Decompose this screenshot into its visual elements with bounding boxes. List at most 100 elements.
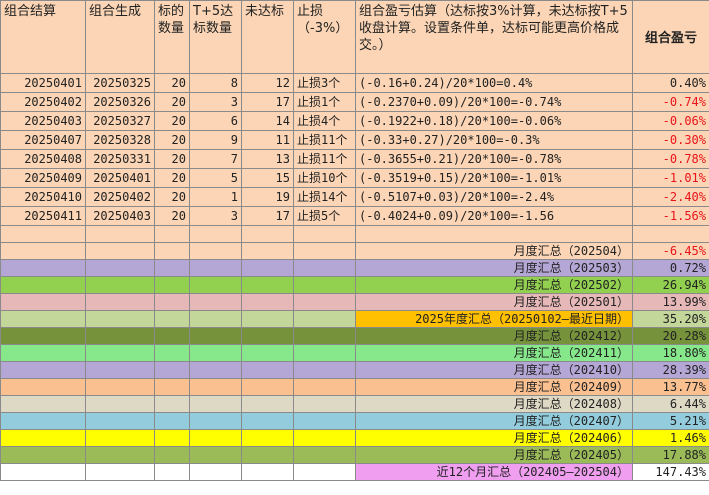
cell-estimate: (-0.3655+0.21)/20*100=-0.78% <box>355 149 633 169</box>
summary-label: 月度汇总（202408） <box>355 395 633 413</box>
cell-not-reached: 14 <box>241 111 294 131</box>
cell-stop-loss: 止损11个 <box>293 149 356 169</box>
summary-row: 月度汇总（202501） 13.99% <box>0 293 709 311</box>
summary-empty-cell <box>293 463 356 481</box>
summary-empty-cell <box>154 446 190 464</box>
cell-estimate: (-0.33+0.27)/20*100=-0.3% <box>355 130 633 150</box>
summary-empty-cell <box>293 327 356 345</box>
table-row: 20250402 20250326 20 3 17 止损1个 (-0.2370+0.09)/… <box>0 92 709 112</box>
summary-value: 147.43% <box>632 463 709 481</box>
cell-not-reached: 15 <box>241 168 294 188</box>
cell-not-reached: 12 <box>241 73 294 93</box>
summary-empty-cell <box>241 395 294 413</box>
summary-empty-cell <box>0 259 86 277</box>
summary-empty-cell <box>293 310 356 328</box>
summary-empty-cell <box>241 361 294 379</box>
summary-empty-cell <box>241 412 294 430</box>
cell-not-reached: 17 <box>241 206 294 226</box>
cell-target-count: 20 <box>154 111 190 131</box>
summary-empty-cell <box>241 310 294 328</box>
cell-target-count: 20 <box>154 130 190 150</box>
summary-empty-cell <box>85 395 155 413</box>
cell-t5-count: 5 <box>189 168 242 188</box>
summary-empty-cell <box>293 412 356 430</box>
cell-target-count: 20 <box>154 168 190 188</box>
cell-result: -0.30% <box>632 130 709 150</box>
summary-empty-cell <box>0 378 86 396</box>
summary-empty-cell <box>0 344 86 362</box>
summary-empty-cell <box>293 361 356 379</box>
summary-empty-cell <box>154 412 190 430</box>
table-row: 20250411 20250403 20 3 17 止损5个 (-0.4024+0.09)/… <box>0 206 709 226</box>
summary-empty-cell <box>241 344 294 362</box>
summary-row: 月度汇总（202503） 0.72% <box>0 259 709 277</box>
blank-row <box>0 225 709 243</box>
summary-empty-cell <box>0 327 86 345</box>
summary-empty-cell <box>0 276 86 294</box>
header-target-count: 标的数量 <box>154 0 190 74</box>
cell-group-gen: 20250401 <box>85 168 155 188</box>
summary-row: 近12个月汇总（202405—202504） 147.43% <box>0 463 709 481</box>
cell-group-gen: 20250328 <box>85 130 155 150</box>
summary-empty-cell <box>0 310 86 328</box>
summary-empty-cell <box>85 361 155 379</box>
summary-empty-cell <box>85 412 155 430</box>
summary-empty-cell <box>189 259 242 277</box>
cell-result: -0.78% <box>632 149 709 169</box>
cell-result: -0.06% <box>632 111 709 131</box>
cell-target-count: 20 <box>154 92 190 112</box>
cell-not-reached: 13 <box>241 149 294 169</box>
blank-cell <box>293 225 356 243</box>
summary-empty-cell <box>154 395 190 413</box>
cell-stop-loss: 止损14个 <box>293 187 356 207</box>
summary-empty-cell <box>154 259 190 277</box>
summary-label: 2025年度汇总（20250102—最近日期） <box>355 310 633 328</box>
cell-stop-loss: 止损10个 <box>293 168 356 188</box>
summary-empty-cell <box>189 310 242 328</box>
header-not-reached: 未达标 <box>241 0 294 74</box>
summary-value: 20.28% <box>632 327 709 345</box>
summary-empty-cell <box>85 293 155 311</box>
header-row: 组合结算 组合生成 标的数量 T+5达标数量 未达标 止损（-3%） 组合盈亏估… <box>0 0 709 74</box>
blank-cell <box>154 225 190 243</box>
summary-empty-cell <box>293 344 356 362</box>
summary-label: 月度汇总（202503） <box>355 259 633 277</box>
cell-t5-count: 3 <box>189 92 242 112</box>
cell-stop-loss: 止损1个 <box>293 92 356 112</box>
summary-empty-cell <box>0 463 86 481</box>
summary-empty-cell <box>0 242 86 260</box>
summary-empty-cell <box>293 378 356 396</box>
header-result: 组合盈亏 <box>632 0 709 74</box>
cell-estimate: (-0.4024+0.09)/20*100=-1.56 <box>355 206 633 226</box>
cell-group-gen: 20250403 <box>85 206 155 226</box>
blank-cell <box>0 225 86 243</box>
cell-result: -2.40% <box>632 187 709 207</box>
summary-empty-cell <box>189 412 242 430</box>
cell-estimate: (-0.3519+0.15)/20*100=-1.01% <box>355 168 633 188</box>
cell-group-end: 20250410 <box>0 187 86 207</box>
summary-row: 月度汇总（202502） 26.94% <box>0 276 709 294</box>
header-group-gen: 组合生成 <box>85 0 155 74</box>
summary-empty-cell <box>85 259 155 277</box>
summary-value: 28.39% <box>632 361 709 379</box>
table-row: 20250408 20250331 20 7 13 止损11个 (-0.3655+0.21)… <box>0 149 709 169</box>
cell-t5-count: 9 <box>189 130 242 150</box>
summary-empty-cell <box>0 395 86 413</box>
summary-value: 35.20% <box>632 310 709 328</box>
summary-empty-cell <box>189 344 242 362</box>
blank-cell <box>355 225 633 243</box>
summary-value: 13.77% <box>632 378 709 396</box>
summary-value: 6.44% <box>632 395 709 413</box>
summary-row: 月度汇总（202411） 18.80% <box>0 344 709 362</box>
summary-label: 月度汇总（202502） <box>355 276 633 294</box>
summary-empty-cell <box>189 327 242 345</box>
summary-empty-cell <box>85 276 155 294</box>
summary-empty-cell <box>189 361 242 379</box>
cell-not-reached: 17 <box>241 92 294 112</box>
summary-empty-cell <box>0 446 86 464</box>
cell-group-end: 20250409 <box>0 168 86 188</box>
summary-empty-cell <box>241 378 294 396</box>
summary-empty-cell <box>293 395 356 413</box>
table-row: 20250403 20250327 20 6 14 止损4个 (-0.1922+0.18)/… <box>0 111 709 131</box>
summary-value: 5.21% <box>632 412 709 430</box>
